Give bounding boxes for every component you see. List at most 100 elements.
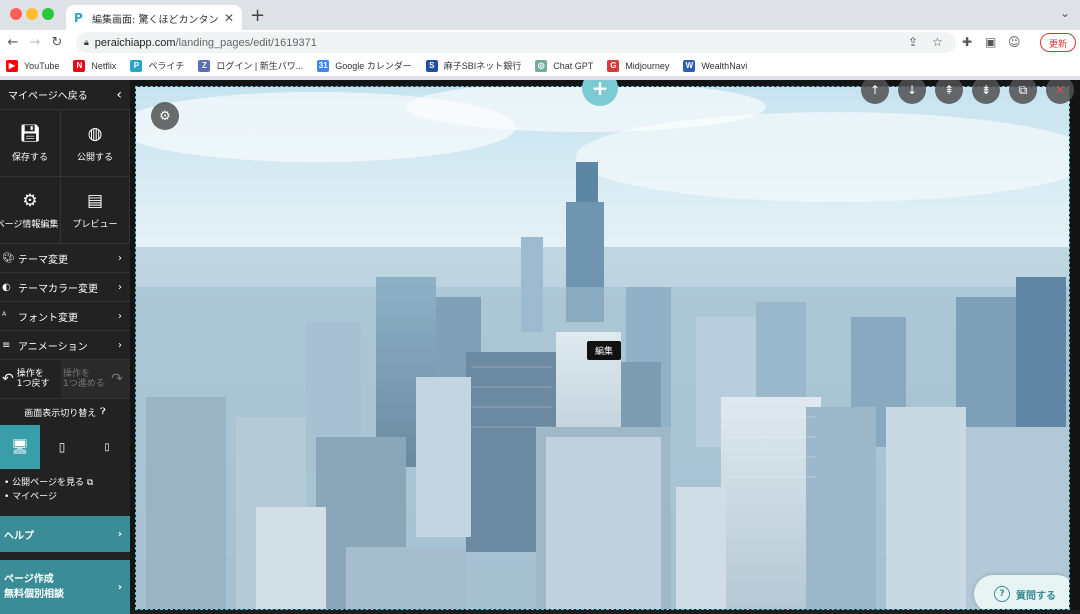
update-button[interactable]: 更新 <box>1039 33 1076 52</box>
chevron-right-icon: › <box>118 281 122 293</box>
active-tab[interactable]: P 編集画面: 驚くほどカンタン！無料 ✕ <box>66 5 242 31</box>
chevron-right-icon: › <box>118 310 122 322</box>
page-info-label: ページ情報編集 <box>0 219 59 230</box>
bookmark-label: YouTube <box>24 60 60 71</box>
help-label: ヘルプ <box>4 530 34 542</box>
publish-button[interactable]: ◍ 公開する <box>61 110 130 177</box>
chevron-right-icon: › <box>118 339 122 351</box>
netflix-icon: N <box>73 59 86 72</box>
youtube-icon: ▶ <box>6 59 18 72</box>
zoom-window-button[interactable] <box>42 8 54 20</box>
back-to-mypage-label: マイページへ戻る <box>8 91 88 102</box>
page-info-button[interactable]: ⚙ ページ情報編集 <box>0 177 61 244</box>
view-public-page-label: 公開ページを見る <box>12 478 84 488</box>
extensions-icon[interactable]: ✚ <box>962 35 972 49</box>
sbi-icon: S <box>425 59 438 72</box>
publish-label: 公開する <box>76 152 113 163</box>
profile-avatar-icon[interactable]: ☺ <box>1008 35 1021 49</box>
consult-line2: 無料個別相談 <box>4 589 64 600</box>
bookmark-sbi[interactable]: S 麻子SBIネット銀行 <box>425 59 521 72</box>
forward-arrow-icon[interactable]: → <box>24 35 46 50</box>
sidebar-item-label: アニメーション <box>18 341 88 353</box>
ask-question-label: 質問する <box>1016 590 1056 602</box>
tablet-view-button[interactable]: ▯ <box>40 425 84 469</box>
tab-search-icon[interactable]: ⌄ <box>1060 6 1070 20</box>
save-label: 保存する <box>11 152 48 163</box>
redo-label-line2: 1つ進める <box>63 379 105 389</box>
close-window-button[interactable] <box>10 8 22 20</box>
bookmark-label: ペライチ <box>148 61 185 71</box>
sidebar-item-animation[interactable]: ≡ アニメーション › <box>0 331 130 360</box>
mobile-view-button[interactable]: ▯ <box>84 425 130 469</box>
reload-icon[interactable]: ↻ <box>46 35 68 50</box>
bookmark-label: WealthNavi <box>701 60 748 71</box>
ask-question-button[interactable]: ? 質問する <box>974 575 1069 609</box>
lock-icon: 🔒︎ <box>84 37 89 47</box>
bookmark-youtube[interactable]: ▶ YouTube <box>6 59 60 72</box>
bookmark-login[interactable]: Z ログイン | 新生パワ... <box>198 59 303 72</box>
view-public-page-link[interactable]: • 公開ページを見る ⧉ <box>4 477 126 491</box>
tablet-icon: ▯ <box>58 440 66 454</box>
mypage-label: マイページ <box>12 491 57 502</box>
sidebar-item-color-palette[interactable]: ◐ テーマカラー変更 › <box>0 273 130 302</box>
chevron-left-icon: ‹ <box>116 86 122 103</box>
help-button[interactable]: ヘルプ › <box>0 516 130 552</box>
url-path: /landing_pages/edit/1619371 <box>175 36 317 49</box>
bookmark-label: Google カレンダー <box>335 61 412 71</box>
bookmark-peraichi[interactable]: P ペライチ <box>130 59 184 72</box>
editor-canvas: ⚙ 編集 ? 質問する + ↑ ↓ ⇞ ⇟ ⧉ ✕ <box>130 80 1080 610</box>
close-tab-icon[interactable]: ✕ <box>224 11 234 25</box>
redo-arrow-icon: ↷ <box>111 370 123 387</box>
bookmark-label: Chat GPT <box>553 60 594 71</box>
address-bar[interactable]: 🔒︎ peraichiapp.com/landing_pages/edit/16… <box>76 32 956 53</box>
desktop-view-button[interactable]: 🖥︎ <box>0 425 40 469</box>
new-tab-button[interactable]: + <box>250 5 265 26</box>
bookmark-wealthnavi[interactable]: W WealthNavi <box>683 59 748 72</box>
redo-button[interactable]: 操作を 1つ進める ↷ <box>61 360 130 398</box>
bookmark-chatgpt[interactable]: ◎ Chat GPT <box>535 59 594 72</box>
peraichi-icon: P <box>130 59 143 72</box>
undo-button[interactable]: ↶ 操作を 1つ戻す <box>0 360 61 398</box>
view-switch-title: 画面表示切り替え ❓︎ <box>0 399 130 425</box>
url-domain: peraichiapp.com <box>94 36 176 49</box>
bookmark-calendar[interactable]: 31 Google カレンダー <box>317 59 412 72</box>
calendar-icon: 31 <box>317 59 330 72</box>
sidebar-links: • 公開ページを見る ⧉ • マイページ <box>0 469 130 512</box>
chevron-right-icon: › <box>117 581 122 593</box>
address-toolbar: ← → ↻ 🔒︎ peraichiapp.com/landing_pages/e… <box>0 30 1080 55</box>
palette-icon: 🎨︎ <box>2 252 15 264</box>
bookmark-label: Netflix <box>91 60 117 71</box>
sidepanel-icon[interactable]: ▣ <box>985 35 996 49</box>
bookmark-star-icon[interactable]: ☆ <box>932 35 943 49</box>
free-consultation-button[interactable]: ページ作成 無料個別相談 › <box>0 560 130 614</box>
bookmarks-bar: ▶ YouTube N Netflix P ペライチ Z ログイン | 新生パワ... 31 Go… <box>0 55 1080 77</box>
midjourney-icon: G <box>607 59 620 72</box>
desktop-icon: 🖥︎ <box>11 439 29 455</box>
sidebar-item-font[interactable]: ᴬ フォント変更 › <box>0 302 130 331</box>
edit-tooltip[interactable]: 編集 <box>587 341 622 360</box>
preview-button[interactable]: ▤ プレビュー <box>61 177 130 244</box>
color-palette-icon: ◐ <box>2 281 11 293</box>
bookmark-label: ログイン | 新生パワ... <box>216 61 304 71</box>
settings-menu: 🎨︎ テーマ変更 › ◐ テーマカラー変更 › ᴬ フォント変更 › ≡ アニメーション › <box>0 244 130 360</box>
sidebar-item-label: フォント変更 <box>18 312 78 324</box>
login-icon: Z <box>198 59 211 72</box>
section-settings-gear-icon[interactable]: ⚙ <box>151 102 179 130</box>
sidebar-item-label: テーマ変更 <box>18 254 68 266</box>
bookmark-label: Midjourney <box>625 60 670 71</box>
back-arrow-icon[interactable]: ← <box>2 35 24 50</box>
sidebar-item-palette[interactable]: 🎨︎ テーマ変更 › <box>0 244 130 273</box>
mypage-link[interactable]: • マイページ <box>4 491 126 505</box>
save-button[interactable]: 💾︎ 保存する <box>0 110 61 177</box>
help-circle-icon[interactable]: ❓︎ <box>100 407 105 417</box>
undo-label-line1: 操作を <box>16 368 44 379</box>
bookmark-midjourney[interactable]: G Midjourney <box>607 59 670 72</box>
bookmark-netflix[interactable]: N Netflix <box>73 59 117 72</box>
back-to-mypage-button[interactable]: マイページへ戻る ‹ <box>0 80 130 110</box>
share-icon[interactable]: ⇪ <box>908 35 918 49</box>
view-switch-label: 画面表示切り替え <box>24 408 97 419</box>
tab-title: 編集画面: 驚くほどカンタン！無料 <box>92 14 220 26</box>
hero-section[interactable]: ⚙ 編集 ? 質問する <box>135 86 1070 610</box>
minimize-window-button[interactable] <box>26 8 38 20</box>
chevron-right-icon: › <box>117 528 122 540</box>
